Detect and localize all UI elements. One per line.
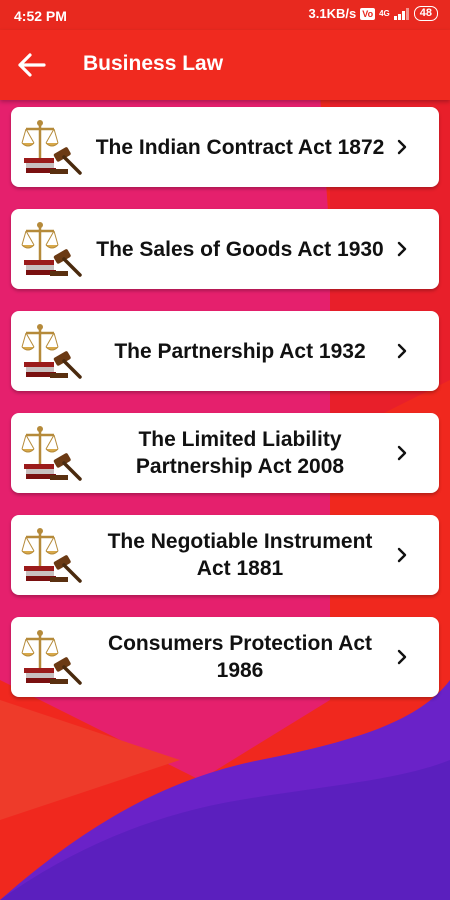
status-indicators: 3.1KB/s Vo 4G 48: [309, 6, 438, 21]
status-bar: 4:52 PM 3.1KB/s Vo 4G 48: [0, 0, 450, 30]
act-title: The Indian Contract Act 1872: [95, 135, 385, 159]
act-title: Consumers Protection Act 1986: [107, 632, 373, 682]
law-scales-gavel-icon: [21, 222, 82, 277]
chevron-right-icon: [397, 649, 407, 665]
list-item[interactable]: The Indian Contract Act 1872: [11, 107, 439, 187]
status-time: 4:52 PM: [14, 8, 67, 24]
list-item[interactable]: The Negotiable Instrument Act 1881: [11, 515, 439, 595]
page-title: Business Law: [83, 52, 224, 75]
chevron-right-icon: [397, 241, 407, 257]
list-item[interactable]: The Limited Liability Partnership Act 20…: [11, 413, 439, 493]
list-item[interactable]: Consumers Protection Act 1986: [11, 617, 439, 697]
list-item[interactable]: The Sales of Goods Act 1930: [11, 209, 439, 289]
list-item[interactable]: The Partnership Act 1932: [11, 311, 439, 391]
act-title: The Limited Liability Partnership Act 20…: [135, 428, 345, 478]
law-scales-gavel-icon: [21, 630, 82, 685]
signal-icon: [393, 7, 409, 20]
network-type: 4G: [379, 8, 390, 18]
volte-icon: Vo: [360, 7, 376, 20]
act-title: The Partnership Act 1932: [114, 339, 366, 363]
law-scales-gavel-icon: [21, 528, 82, 583]
law-scales-gavel-icon: [21, 120, 82, 175]
app-bar: Business Law: [0, 30, 450, 100]
act-title: The Sales of Goods Act 1930: [96, 237, 384, 261]
law-scales-gavel-icon: [21, 324, 82, 379]
chevron-right-icon: [397, 445, 407, 461]
chevron-right-icon: [397, 139, 407, 155]
chevron-right-icon: [397, 343, 407, 359]
act-title: The Negotiable Instrument Act 1881: [107, 530, 373, 580]
network-speed: 3.1KB/s: [308, 6, 357, 21]
back-arrow-icon[interactable]: [16, 51, 50, 79]
act-list: The Indian Contract Act 1872 The Sales o…: [11, 107, 439, 719]
battery-icon: 48: [413, 6, 438, 21]
law-scales-gavel-icon: [21, 426, 82, 481]
chevron-right-icon: [397, 547, 407, 563]
